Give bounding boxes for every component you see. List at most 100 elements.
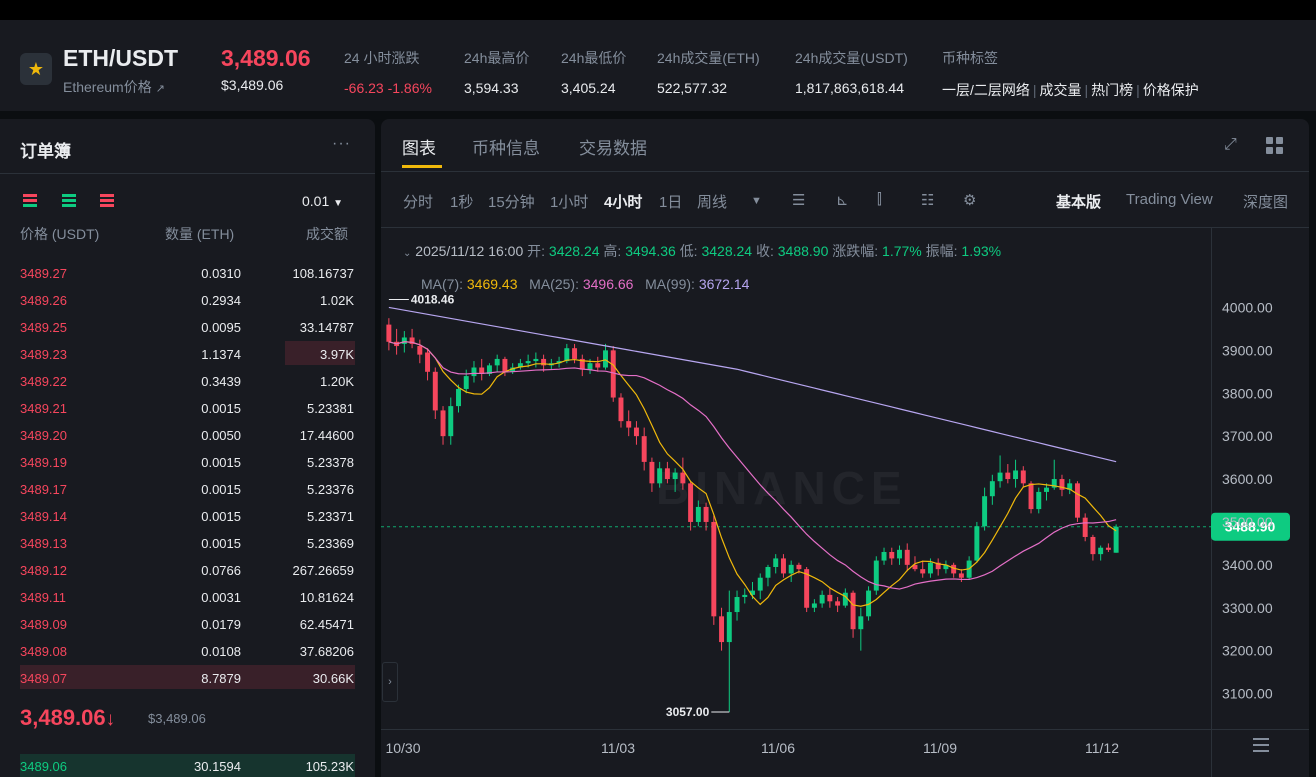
candle-body — [657, 468, 663, 484]
candle-body — [688, 483, 694, 522]
coin-name-link[interactable]: Ethereum价格 ↗ — [63, 77, 165, 97]
bid-price: 3489.06 — [20, 759, 67, 774]
candle-body — [618, 397, 624, 422]
ask-total: 37.68206 — [299, 644, 354, 659]
candle-body — [695, 506, 701, 522]
tag-volume[interactable]: 成交量 — [1040, 82, 1082, 98]
moving-averages — [388, 306, 1117, 607]
ask-row[interactable]: 3489.12 0.0766 267.26659 — [0, 556, 375, 583]
top-black-bar — [0, 0, 1316, 20]
ask-row[interactable]: 3489.20 0.0050 17.44600 — [0, 421, 375, 448]
stat-label: 24 小时涨跌 — [344, 50, 420, 66]
orderbook-asks-view-icon[interactable] — [100, 194, 114, 208]
candle-body — [1005, 472, 1011, 480]
candle-body — [1098, 547, 1104, 555]
candle-body — [873, 560, 879, 591]
candle-body — [858, 616, 864, 630]
y-tick-label: 3800.00 — [1222, 385, 1273, 401]
orderbook-bids-view-icon[interactable] — [62, 194, 76, 208]
candle-body — [401, 337, 407, 344]
reset-axis-icon[interactable] — [1253, 738, 1269, 752]
ask-price: 3489.13 — [20, 536, 67, 551]
ask-row[interactable]: 3489.07 8.7879 30.66K — [0, 664, 375, 691]
stat-value: 3,405.24 — [561, 80, 616, 96]
ask-row[interactable]: 3489.14 0.0015 5.23371 — [0, 502, 375, 529]
candle-body — [897, 549, 902, 559]
candle-body — [564, 348, 570, 362]
ask-row[interactable]: 3489.26 0.2934 1.02K — [0, 286, 375, 313]
ask-row[interactable]: 3489.23 1.1374 3.97K — [0, 340, 375, 367]
ask-row[interactable]: 3489.25 0.0095 33.14787 — [0, 313, 375, 340]
ask-row[interactable]: 3489.09 0.0179 62.45471 — [0, 610, 375, 637]
close-value: 3488.90 — [777, 243, 829, 259]
candle-body — [982, 496, 988, 527]
ask-qty: 0.0179 — [201, 617, 241, 632]
candle-body — [850, 592, 856, 630]
candle-body — [1090, 536, 1096, 555]
ask-row[interactable]: 3489.17 0.0015 5.23376 — [0, 475, 375, 502]
candle-body — [1105, 547, 1111, 550]
symbol-pair[interactable]: ETH/USDT — [63, 45, 178, 72]
ask-price: 3489.12 — [20, 563, 67, 578]
y-tick-label: 3100.00 — [1222, 686, 1273, 702]
candle-body — [1074, 483, 1080, 518]
ask-price: 3489.11 — [20, 590, 67, 605]
amplitude-label: 振幅: — [925, 243, 958, 259]
tag-layer1-layer2[interactable]: 一层/二层网络 — [942, 82, 1030, 98]
candle-body — [997, 472, 1003, 482]
ask-price: 3489.07 — [20, 671, 67, 686]
ma25-label: MA(25): — [529, 276, 579, 292]
ask-row[interactable]: 3489.19 0.0015 5.23378 — [0, 448, 375, 475]
ask-price: 3489.19 — [20, 455, 67, 470]
high-value: 3494.36 — [625, 243, 676, 259]
legend-collapse-icon[interactable]: ⌄ — [403, 248, 411, 259]
ask-price: 3489.25 — [20, 320, 67, 335]
candle-body — [603, 350, 608, 368]
candle-body — [672, 472, 678, 480]
candle-body — [765, 566, 771, 578]
amplitude-value: 1.93% — [961, 243, 1002, 259]
tag-price-protection[interactable]: 价格保护 — [1143, 82, 1199, 98]
ask-price: 3489.08 — [20, 644, 67, 659]
candle-body — [456, 388, 461, 407]
candle-body — [734, 597, 740, 613]
more-options-icon[interactable]: ··· — [332, 135, 351, 153]
tags-label: 币种标签 — [942, 50, 998, 66]
coin-tags: 币种标签 一层/二层网络 | 成交量 | 热门榜 | 价格保护 — [942, 48, 1199, 100]
candlestick-chart[interactable]: BINANCE 3488.90 4018.46 3057.00 4000.00 39… — [381, 119, 1309, 777]
candle-body — [649, 461, 655, 484]
ask-price: 3489.27 — [20, 266, 67, 281]
header-total: 成交额 — [306, 226, 348, 242]
ask-qty: 0.2934 — [201, 293, 241, 308]
ask-total: 5.23381 — [307, 401, 354, 416]
bid-row[interactable]: 3489.06 30.1594 105.23K — [0, 752, 375, 777]
x-axis: 10/30 11/03 11/06 11/09 11/12 — [385, 740, 1119, 756]
orderbook-both-view-icon[interactable] — [23, 194, 37, 208]
ask-row[interactable]: 3489.08 0.0108 37.68206 — [0, 637, 375, 664]
stat-label: 24h成交量(ETH) — [657, 50, 760, 66]
ask-qty: 8.7879 — [201, 671, 241, 686]
ask-row[interactable]: 3489.11 0.0031 10.81624 — [0, 583, 375, 610]
expand-left-handle[interactable]: › — [382, 662, 398, 702]
candle-body — [819, 594, 825, 604]
ma7-value: 3469.43 — [466, 276, 518, 292]
stat-24h-change: 24 小时涨跌 -66.23 -1.86% — [344, 48, 432, 96]
ask-row[interactable]: 3489.27 0.0310 108.16737 — [0, 259, 375, 286]
low-value: 3428.24 — [701, 243, 753, 259]
ask-row[interactable]: 3489.21 0.0015 5.23381 — [0, 394, 375, 421]
tag-hot[interactable]: 热门榜 — [1091, 82, 1133, 98]
ohlc-legend: ⌄ 2025/11/12 16:00 开: 3428.24 高: 3494.36… — [403, 241, 1001, 261]
candle-body — [974, 526, 980, 561]
candle-body — [726, 612, 732, 643]
favorite-star-icon[interactable]: ★ — [20, 53, 52, 85]
tags-list: 一层/二层网络 | 成交量 | 热门榜 | 价格保护 — [942, 82, 1199, 98]
candle-body — [680, 472, 686, 484]
ask-qty: 0.0015 — [201, 455, 241, 470]
open-value: 3428.24 — [548, 243, 600, 259]
candle-body — [633, 427, 639, 437]
stat-label: 24h最低价 — [561, 50, 627, 66]
ask-row[interactable]: 3489.22 0.3439 1.20K — [0, 367, 375, 394]
ask-total: 5.23371 — [307, 509, 354, 524]
precision-select[interactable]: 0.01 ▼ — [302, 193, 343, 209]
ask-row[interactable]: 3489.13 0.0015 5.23369 — [0, 529, 375, 556]
